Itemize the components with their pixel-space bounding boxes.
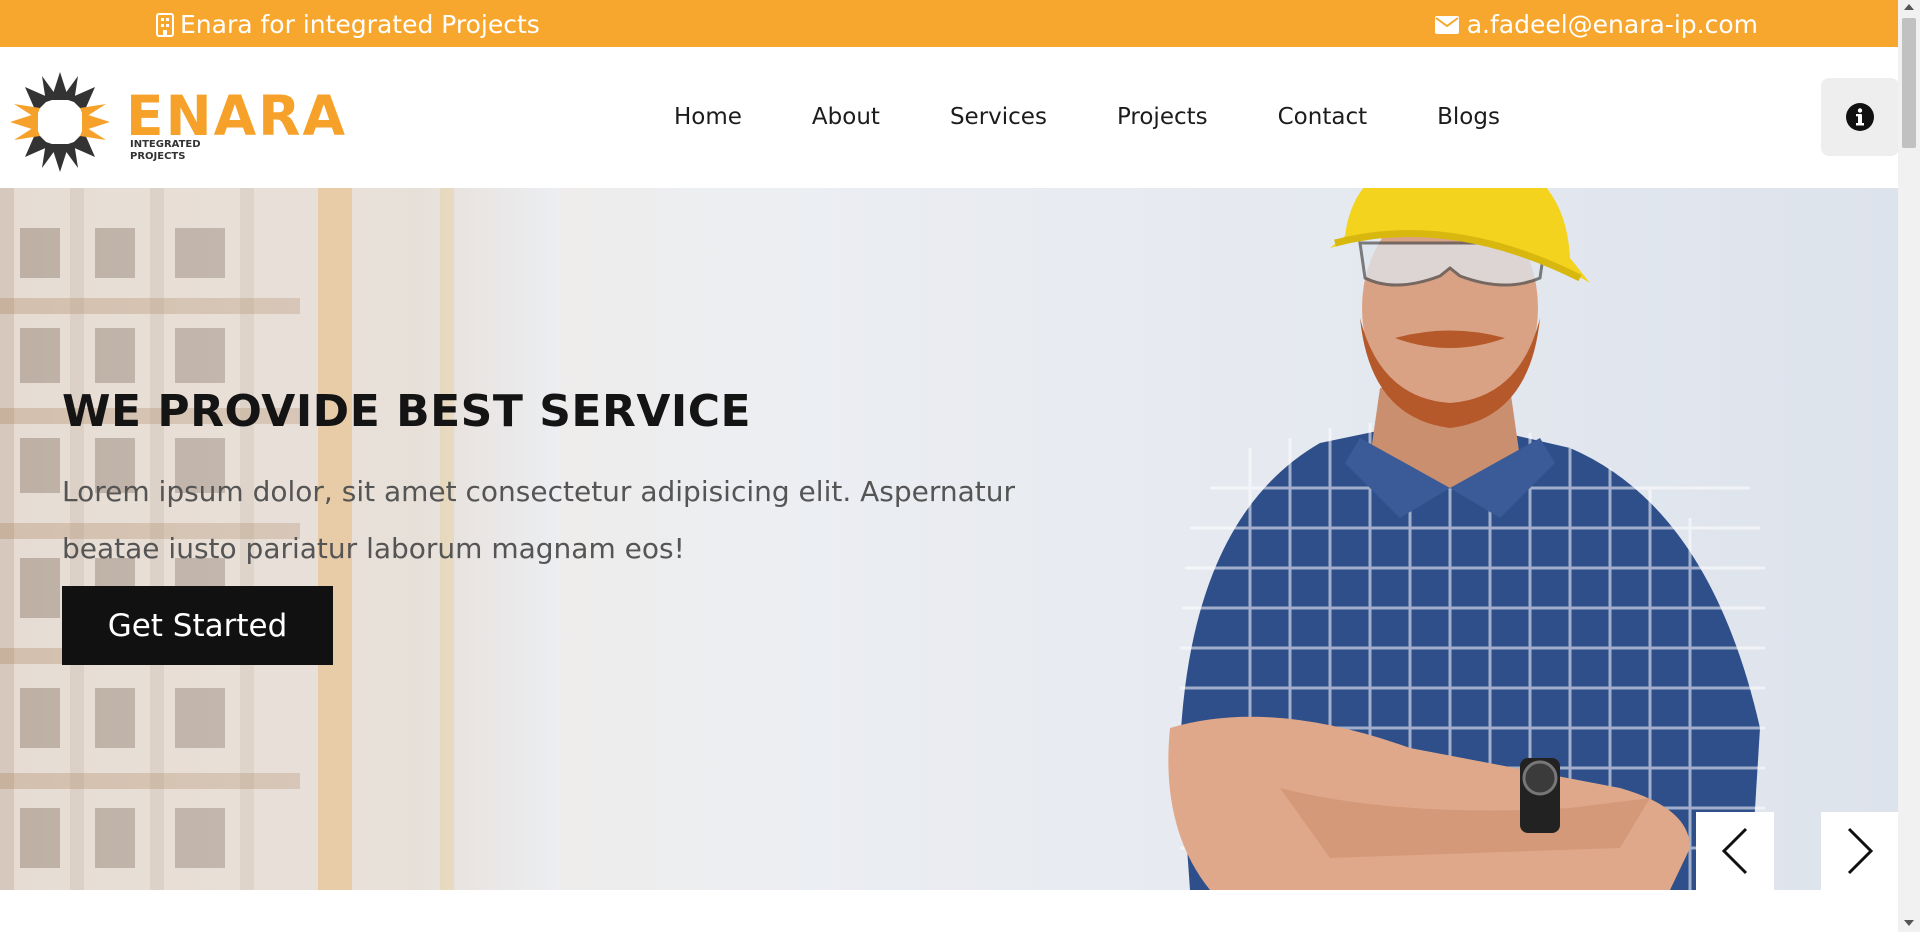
logo-subtitle-line2: PROJECTS — [130, 151, 186, 162]
logo-brand: ENARA — [126, 84, 348, 148]
nav-projects[interactable]: Projects — [1117, 104, 1208, 130]
get-started-button[interactable]: Get Started — [62, 586, 333, 665]
hero-title: WE PROVIDE BEST SERVICE — [62, 386, 752, 437]
email-contact[interactable]: a.fadeel@enara-ip.com — [1434, 10, 1758, 39]
logo[interactable]: ENARA INTEGRATED PROJECTS — [8, 67, 345, 177]
main-nav: Home About Services Projects Contact Blo… — [674, 104, 1500, 130]
logo-subtitle-line1: INTEGRATED — [130, 139, 201, 150]
info-icon — [1846, 103, 1874, 131]
worker-image — [1168, 188, 1765, 890]
chevron-left-icon — [1721, 827, 1748, 875]
info-button[interactable] — [1821, 78, 1899, 156]
page-scrollbar[interactable] — [1898, 0, 1920, 932]
chevron-right-icon — [1847, 827, 1874, 875]
logo-star-icon — [10, 72, 110, 172]
hero-slider: WE PROVIDE BEST SERVICE Lorem ipsum dolo… — [0, 188, 1898, 890]
envelope-icon — [1434, 15, 1459, 34]
top-bar: Enara for integrated Projects a.fadeel@e… — [0, 0, 1898, 47]
company-label: Enara for integrated Projects — [180, 10, 540, 39]
scrollbar-thumb[interactable] — [1902, 18, 1916, 148]
nav-contact[interactable]: Contact — [1278, 104, 1367, 130]
hero-description: Lorem ipsum dolor, sit amet consectetur … — [62, 475, 1016, 565]
nav-about[interactable]: About — [812, 104, 880, 130]
nav-blogs[interactable]: Blogs — [1437, 104, 1500, 130]
slider-prev-button[interactable] — [1696, 812, 1774, 890]
nav-services[interactable]: Services — [950, 104, 1047, 130]
nav-home[interactable]: Home — [674, 104, 742, 130]
building-icon — [156, 12, 174, 37]
scroll-up-arrow-icon[interactable] — [1904, 4, 1914, 10]
slider-next-button[interactable] — [1821, 812, 1898, 890]
logo-subtitle: INTEGRATED PROJECTS — [130, 139, 201, 163]
site-header: ENARA INTEGRATED PROJECTS Home About Ser… — [0, 47, 1899, 188]
email-link[interactable]: a.fadeel@enara-ip.com — [1467, 10, 1758, 39]
company-contact: Enara for integrated Projects — [156, 10, 540, 39]
scroll-down-arrow-icon[interactable] — [1904, 920, 1914, 926]
